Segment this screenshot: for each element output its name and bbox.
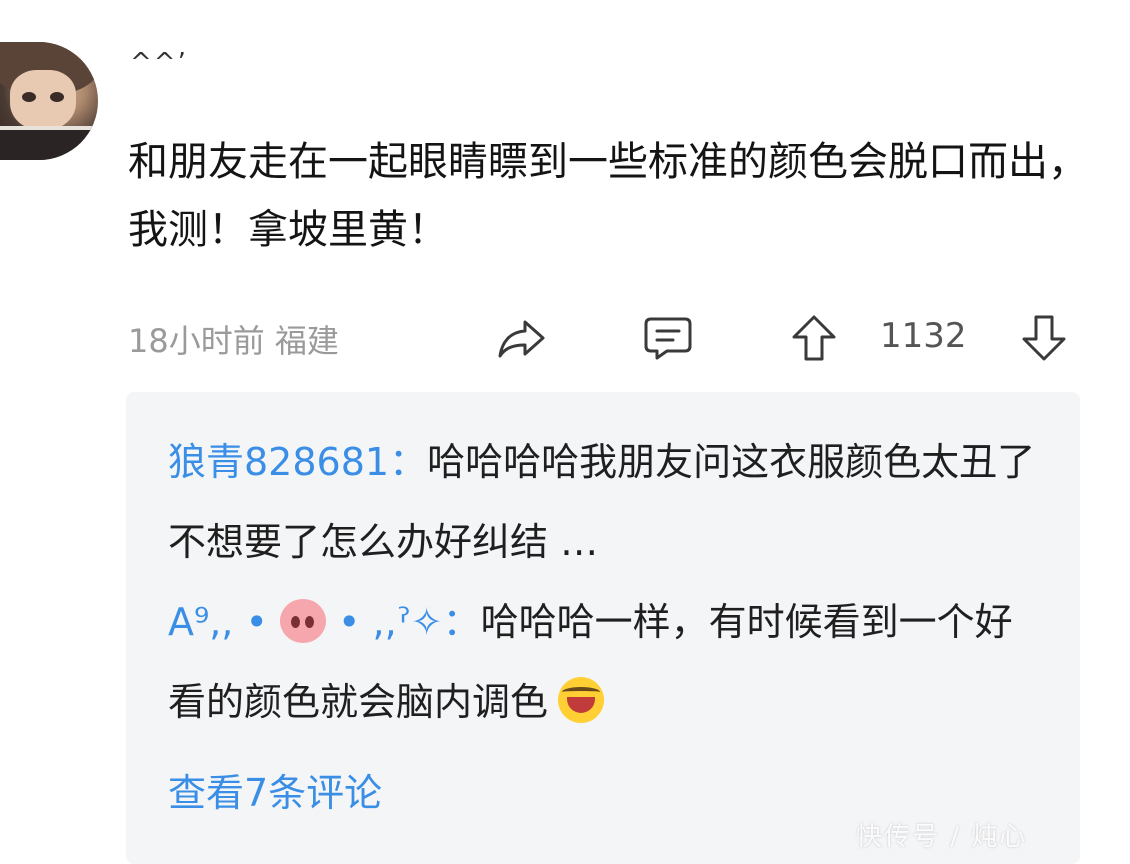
reply-author-suffix: • ,,ˀ✧ — [325, 600, 443, 644]
post-content: 和朋友走在一起眼睛瞟到一些标准的颜色会脱口而出，我测！拿坡里黄！ — [128, 139, 1088, 253]
reply-item[interactable]: A⁹,, • • ,,ˀ✧：哈哈哈一样，有时候看到一个好看的颜色就会脑内调色 — [168, 582, 1048, 742]
watermark: 快传号 / 炖心 — [856, 822, 1028, 852]
avatar-face — [10, 70, 76, 130]
avatar-body — [0, 126, 98, 160]
downvote-button[interactable] — [1018, 312, 1070, 364]
reply-author-prefix: A⁹,, • — [168, 600, 280, 644]
arrow-down-icon — [1022, 315, 1066, 361]
reply-separator: ： — [442, 600, 481, 644]
reply-author[interactable]: 狼青828681 — [168, 440, 389, 484]
reply-item[interactable]: 狼青828681：哈哈哈哈我朋友问这衣服颜色太丑了不想要了怎么办好纠结 … — [168, 422, 1048, 582]
share-button[interactable] — [496, 312, 548, 364]
post-time-location: 18小时前 福建 — [128, 322, 339, 360]
post-username[interactable]: ^^’ — [130, 48, 188, 78]
reply-separator: ： — [389, 440, 428, 484]
pig-nose-icon — [279, 599, 326, 643]
arrow-up-icon — [792, 315, 836, 361]
vote-count: 1132 — [880, 316, 967, 356]
comment-icon — [644, 317, 692, 360]
post-meta-row: 18小时前 福建 1132 — [128, 312, 1078, 362]
laughing-emoji-icon — [558, 677, 605, 723]
share-icon — [498, 320, 545, 358]
view-more-comments-link[interactable]: 查看7条评论 — [168, 762, 382, 817]
comment-button[interactable] — [642, 312, 694, 364]
replies-section: 狼青828681：哈哈哈哈我朋友问这衣服颜色太丑了不想要了怎么办好纠结 … A⁹… — [126, 392, 1080, 864]
avatar-eye — [22, 92, 36, 102]
avatar-eye — [50, 92, 64, 102]
user-avatar[interactable] — [0, 42, 98, 160]
upvote-button[interactable] — [788, 312, 840, 364]
reply-author[interactable]: A⁹,, • • ,,ˀ✧ — [168, 599, 443, 644]
